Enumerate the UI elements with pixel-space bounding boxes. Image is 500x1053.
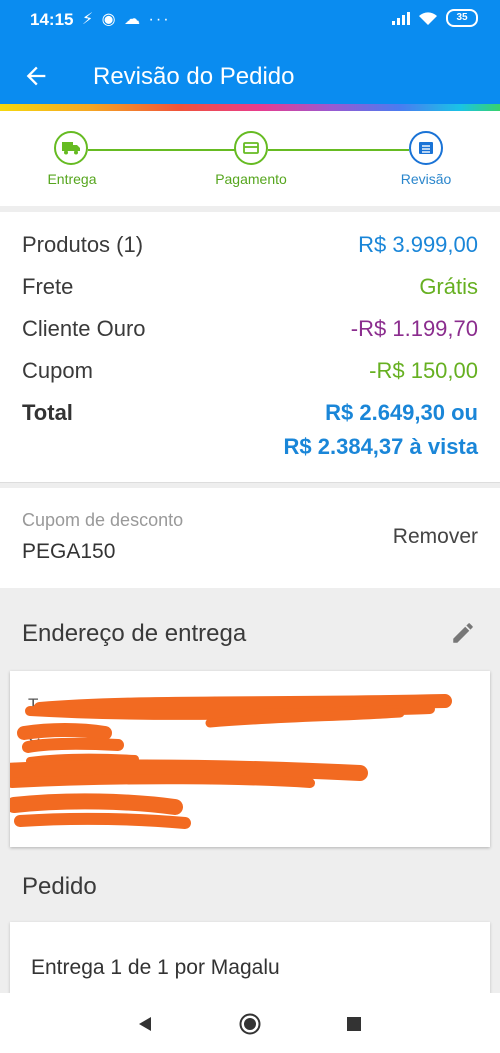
step-label-pagamento: Pagamento — [215, 171, 287, 187]
step-connector — [268, 149, 409, 151]
status-bar: 14:15 ⚡ ◉ ☁ ··· 35 — [0, 0, 500, 40]
order-card: Entrega 1 de 1 por Magalu — [10, 922, 490, 994]
step-revisao[interactable] — [409, 131, 443, 165]
status-time: 14:15 — [30, 10, 74, 29]
address-card[interactable]: T C Co — [10, 671, 490, 847]
coupon-value: -R$ 150,00 — [369, 358, 478, 383]
gold-label: Cliente Ouro — [22, 316, 146, 341]
address-heading: Endereço de entrega — [22, 620, 247, 647]
square-recents-icon[interactable] — [343, 1013, 365, 1035]
coupon-section: Cupom de desconto PEGA150 Remover — [0, 488, 500, 588]
products-value: R$ 3.999,00 — [358, 232, 478, 257]
brand-stripe — [0, 104, 500, 111]
page-title: Revisão do Pedido — [93, 63, 295, 90]
checkout-stepper: Entrega Pagamento Revisão — [0, 111, 500, 206]
step-label-revisao: Revisão — [400, 171, 452, 187]
products-label: Produtos (1) — [22, 232, 144, 257]
circle-home-icon[interactable] — [239, 1013, 261, 1035]
app-bar: 14:15 ⚡ ◉ ☁ ··· 35 Revisão do Pedido — [0, 0, 500, 104]
card-icon — [243, 142, 259, 154]
address-line: Co — [28, 761, 50, 780]
list-icon — [419, 142, 433, 154]
battery-icon: 35 — [446, 9, 478, 27]
truck-icon — [62, 142, 80, 155]
total-cash-value: R$ 2.384,37 à vista — [283, 434, 478, 459]
order-heading: Pedido — [22, 873, 97, 900]
wifi-icon — [419, 11, 437, 25]
notification-icons: ⚡ ◉ ☁ ··· — [82, 11, 171, 28]
redaction-scribble — [10, 694, 452, 829]
system-nav-bar — [0, 993, 500, 1053]
order-summary: Produtos (1) R$ 3.999,00 Frete Grátis Cl… — [0, 212, 500, 483]
gold-value: -R$ 1.199,70 — [350, 316, 478, 341]
step-connector — [88, 149, 235, 151]
signal-icon — [392, 11, 410, 25]
total-value: R$ 2.649,30 ou — [325, 400, 478, 425]
triangle-back-icon[interactable] — [134, 1013, 156, 1035]
remove-coupon-button[interactable]: Remover — [393, 525, 478, 549]
address-line: C — [28, 727, 41, 746]
coupon-field-label: Cupom de desconto — [22, 510, 184, 530]
shipping-label: Frete — [22, 274, 74, 299]
arrow-left-icon[interactable] — [22, 62, 50, 90]
address-line: T — [28, 695, 39, 714]
coupon-code: PEGA150 — [22, 540, 116, 563]
coupon-label: Cupom — [22, 358, 93, 383]
step-label-entrega: Entrega — [47, 171, 97, 187]
step-entrega[interactable] — [54, 131, 88, 165]
status-right: 35 — [392, 9, 478, 27]
total-label: Total — [22, 400, 73, 425]
step-pagamento[interactable] — [234, 131, 268, 165]
shipping-value: Grátis — [419, 274, 478, 299]
shipment-title: Entrega 1 de 1 por Magalu — [31, 956, 280, 979]
pencil-icon[interactable] — [450, 620, 476, 646]
